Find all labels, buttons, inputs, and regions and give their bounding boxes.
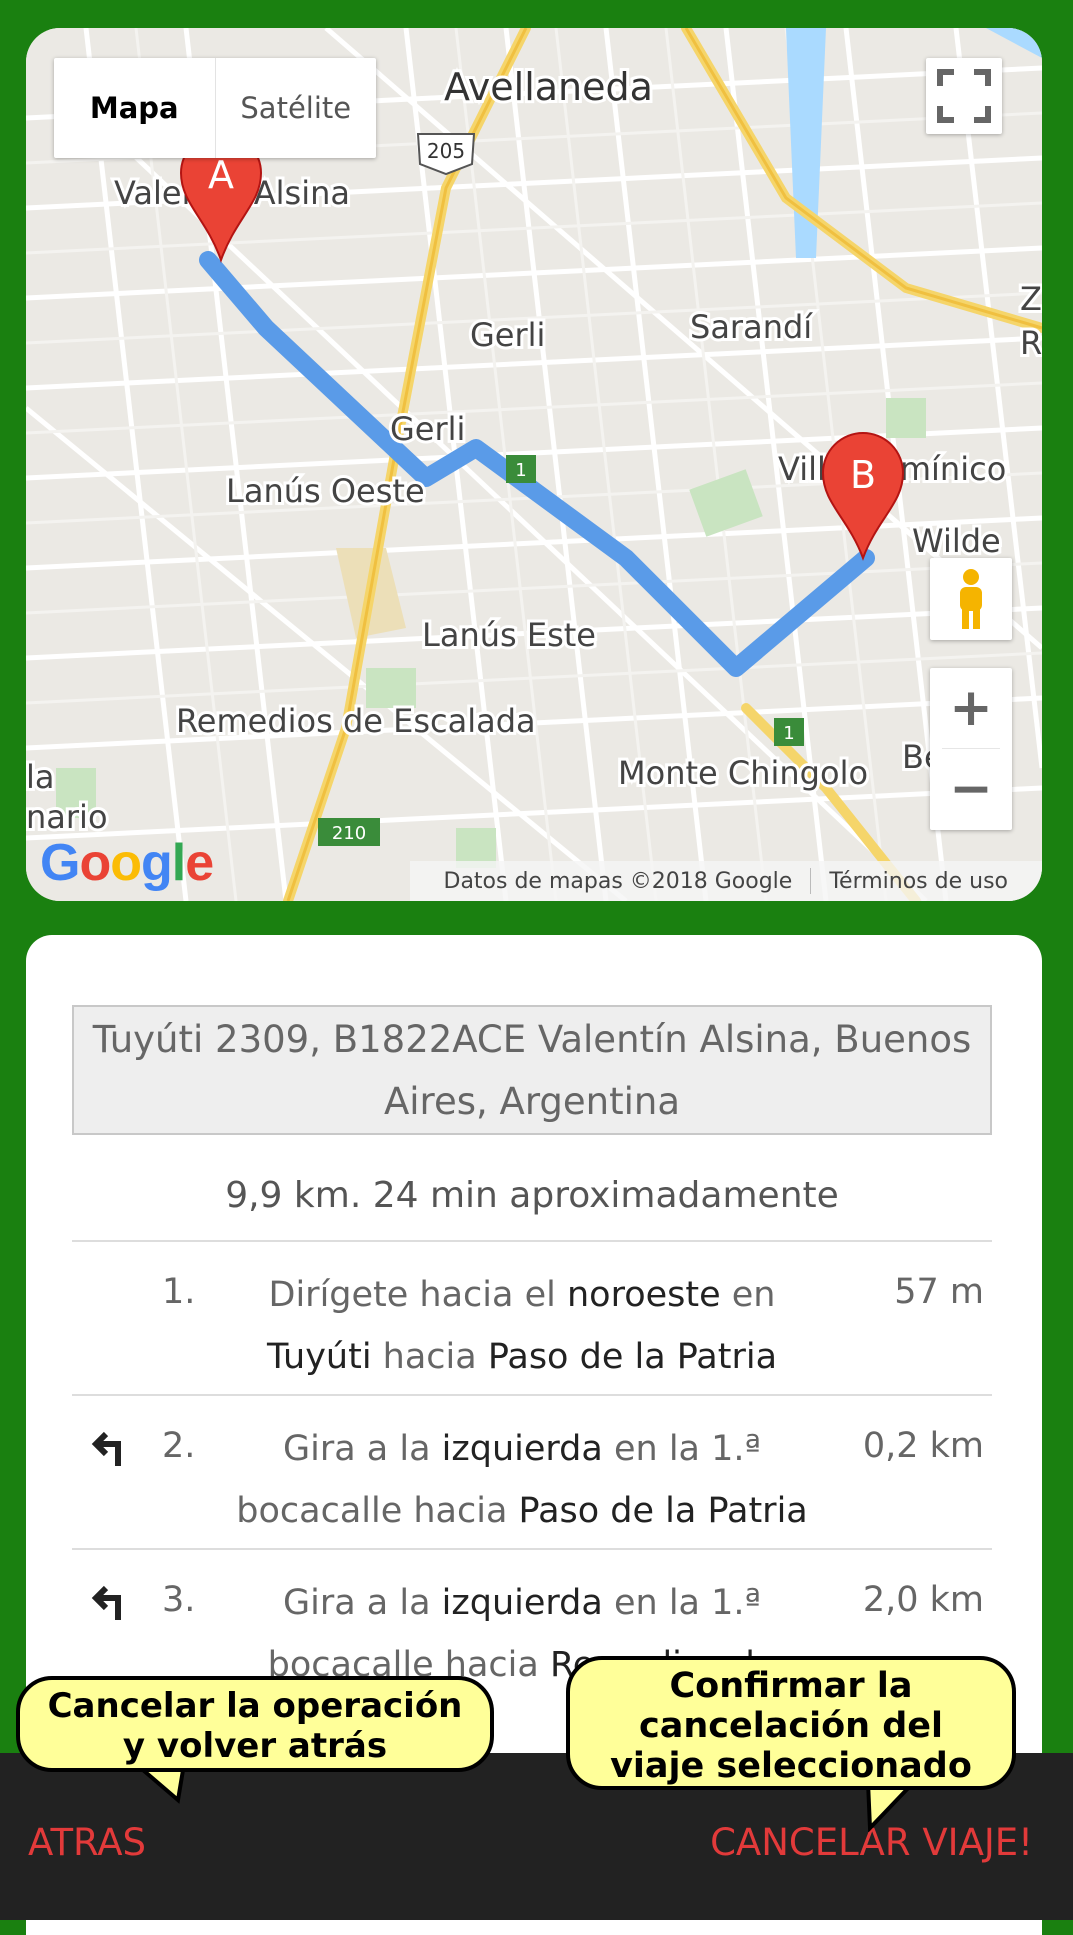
map-type-satellite-button[interactable]: Satélite bbox=[216, 58, 377, 158]
back-button[interactable]: ATRAS bbox=[28, 1821, 146, 1864]
step-number: 3. bbox=[162, 1580, 196, 1620]
shield-label: 210 bbox=[332, 823, 366, 844]
place-label: Gerli bbox=[470, 316, 545, 354]
place-label: Sarandí bbox=[690, 308, 813, 346]
road-shield: 1 bbox=[774, 718, 804, 746]
place-label: Wilde bbox=[912, 522, 1001, 560]
shield-label: 205 bbox=[427, 139, 465, 163]
map-type-control: Mapa Satélite bbox=[54, 58, 376, 158]
map-data-credit: Datos de mapas ©2018 Google bbox=[443, 868, 793, 894]
place-label: R bbox=[1020, 324, 1042, 362]
fullscreen-button[interactable] bbox=[926, 58, 1002, 134]
terms-link[interactable]: Términos de uso bbox=[811, 869, 1026, 894]
fullscreen-icon bbox=[937, 69, 991, 123]
zoom-in-button[interactable]: + bbox=[930, 668, 1012, 748]
marker-a-label: A bbox=[208, 153, 234, 197]
step-instruction: Dirígete hacia el noroeste en Tuyúti hac… bbox=[266, 1275, 778, 1377]
road-shield: 210 bbox=[318, 818, 380, 846]
map-view[interactable]: 205 1 1 210 Avellaneda Valentín Alsina G… bbox=[26, 28, 1042, 901]
zoom-out-button[interactable]: − bbox=[930, 749, 1012, 829]
pegman-icon bbox=[960, 569, 982, 629]
callout-back: Cancelar la operación y volver atrás bbox=[16, 1676, 494, 1772]
place-label: la bbox=[26, 758, 55, 796]
place-label: Gerli bbox=[390, 410, 465, 448]
marker-b-label: B bbox=[850, 453, 876, 497]
step-distance: 57 m bbox=[894, 1272, 984, 1312]
place-label: Lanús Oeste bbox=[226, 472, 425, 510]
step-distance: 0,2 km bbox=[862, 1426, 984, 1466]
zoom-control: + − bbox=[930, 668, 1012, 830]
direction-step[interactable]: 1. Dirígete hacia el noroeste en Tuyúti … bbox=[72, 1240, 992, 1394]
callout-cancel-line: viaje seleccionado bbox=[610, 1746, 972, 1786]
map-type-map-button[interactable]: Mapa bbox=[54, 58, 216, 158]
turn-left-icon bbox=[91, 1585, 121, 1620]
shield-label: 1 bbox=[515, 460, 526, 481]
turn-left-icon bbox=[91, 1431, 121, 1466]
step-number: 2. bbox=[162, 1426, 196, 1466]
place-label: Lanús Este bbox=[422, 616, 596, 654]
place-label: Monte Chingolo bbox=[618, 754, 868, 792]
callout-cancel-line: cancelación del bbox=[638, 1706, 944, 1746]
place-label: nario bbox=[26, 798, 108, 836]
google-logo: Google bbox=[40, 834, 214, 892]
step-distance: 2,0 km bbox=[862, 1580, 984, 1620]
callout-back-line: Cancelar la operación bbox=[47, 1686, 463, 1726]
direction-step[interactable]: 2. Gira a la izquierda en la 1.ª bocacal… bbox=[72, 1394, 992, 1548]
step-instruction: Gira a la izquierda en la 1.ª bocacalle … bbox=[236, 1429, 808, 1531]
map-canvas[interactable]: 205 1 1 210 Avellaneda Valentín Alsina G… bbox=[26, 28, 1042, 901]
street-view-button[interactable] bbox=[930, 558, 1012, 640]
place-label: Remedios de Escalada bbox=[176, 702, 536, 740]
place-label: Z bbox=[1020, 280, 1042, 318]
route-summary: 9,9 km. 24 min aproximadamente bbox=[225, 1175, 839, 1216]
directions-list: 1. Dirígete hacia el noroeste en Tuyúti … bbox=[72, 1240, 992, 1702]
callout-back-line: y volver atrás bbox=[122, 1726, 388, 1766]
callout-cancel-line: Confirmar la bbox=[669, 1666, 913, 1706]
shield-label: 1 bbox=[783, 723, 794, 744]
place-label: Avellaneda bbox=[444, 65, 653, 109]
road-shield: 1 bbox=[506, 455, 536, 483]
step-number: 1. bbox=[162, 1272, 196, 1312]
destination-address: Tuyúti 2309, B1822ACE Valentín Alsina, B… bbox=[72, 1005, 992, 1135]
map-attribution: Datos de mapas ©2018 Google Términos de … bbox=[409, 861, 1042, 901]
callout-cancel: Confirmar la cancelación del viaje selec… bbox=[566, 1656, 1016, 1790]
